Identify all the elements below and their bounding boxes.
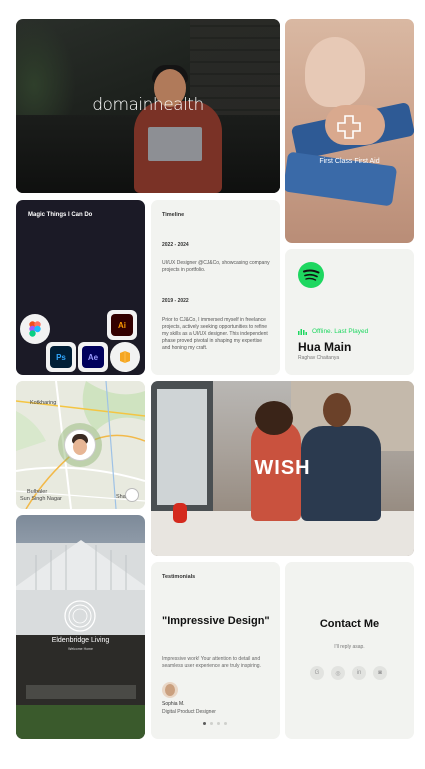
avatar	[65, 430, 95, 460]
pagination-dot[interactable]	[224, 722, 227, 725]
timeline-period: 2022 - 2024	[162, 242, 189, 248]
instagram-icon[interactable]: ◙	[373, 666, 387, 680]
illustrator-icon: Ai	[111, 314, 133, 336]
song-artist: Raghav Chaitanya	[298, 355, 340, 361]
testimonial-body: Impressive work! Your attention to detai…	[162, 656, 261, 669]
magic-things-title: Magic Things I Can Do	[28, 212, 93, 218]
figma-icon	[29, 321, 41, 337]
sketch-tile	[110, 342, 140, 372]
laptop-image	[148, 127, 202, 161]
patio-furniture-image	[26, 685, 136, 699]
timeline-title: Timeline	[162, 212, 185, 218]
map-place-label: Bulbaler	[27, 489, 48, 495]
map-place-label: Sun Singh Nagar	[20, 496, 62, 502]
testimonial-author: Sophia M.	[162, 701, 185, 707]
map-toggle-button[interactable]	[125, 488, 139, 502]
lawn-image	[16, 705, 145, 739]
timeline-period: 2019 - 2022	[162, 298, 189, 304]
spotify-status: Offline. Last Played	[312, 328, 369, 335]
pepper-image	[173, 503, 187, 523]
contact-subtitle: I'll reply asap.	[334, 644, 365, 650]
testimonial-quote: "Impressive Design"	[162, 615, 270, 627]
after-effects-icon: Ae	[82, 346, 104, 368]
spotify-card[interactable]: Offline. Last Played Hua Main Raghav Cha…	[285, 249, 414, 375]
eldenbridge-project-card[interactable]: Eldenbridge Living Welcome Home	[16, 515, 145, 739]
pagination-dot[interactable]	[210, 722, 213, 725]
spotify-icon	[298, 262, 324, 288]
timeline-description: Prior to CJ&Co, I immersed myself in fre…	[162, 317, 268, 351]
eldenbridge-logo-icon	[64, 600, 96, 632]
after-effects-tile: Ae	[78, 342, 108, 372]
photoshop-tile: Ps	[46, 342, 76, 372]
location-map-card[interactable]: Kotkharing Bulbaler Shahi Sun Singh Naga…	[16, 381, 145, 509]
linkedin-icon[interactable]: in	[352, 666, 366, 680]
testimonial-role: Digital Product Designer	[162, 709, 216, 715]
magic-things-card: Magic Things I Can Do Ps Ae Ai	[16, 200, 145, 375]
avatar-face	[73, 439, 87, 455]
cpr-mannequin-image	[305, 37, 365, 107]
avatar	[162, 682, 178, 698]
contact-title: Contact Me	[319, 618, 380, 630]
testimonials-card: Testimonials "Impressive Design" Impress…	[151, 562, 280, 739]
person-man-head	[323, 393, 351, 427]
photoshop-icon: Ps	[50, 346, 72, 368]
testimonials-title: Testimonials	[162, 574, 196, 580]
first-aid-cross-icon	[337, 115, 361, 139]
first-aid-project-card[interactable]: First Class First Aid	[285, 19, 414, 243]
window-light	[157, 389, 207, 505]
wish-project-card[interactable]: WISH	[151, 381, 414, 556]
eldenbridge-name: Eldenbridge Living	[51, 637, 110, 644]
illustrator-tile: Ai	[107, 310, 137, 340]
pagination-dot[interactable]	[217, 722, 220, 725]
domainhealth-project-card[interactable]: domainhealth	[16, 19, 280, 193]
wish-logo: WISH	[254, 457, 311, 479]
timeline-card: Timeline 2022 - 2024 UI/UX Designer @CJ&…	[151, 200, 280, 375]
eldenbridge-tagline: Welcome Home	[68, 647, 93, 651]
equalizer-icon	[298, 329, 307, 335]
song-title: Hua Main	[298, 340, 352, 354]
person-woman-hair	[255, 401, 293, 435]
figma-tile	[20, 314, 50, 344]
house-roof-image	[16, 540, 145, 590]
map-place-label: Kotkharing	[30, 400, 57, 406]
sketch-icon	[120, 351, 130, 363]
whatsapp-icon[interactable]: ◎	[331, 666, 345, 680]
contact-card: Contact Me I'll reply asap. G ◎ in ◙	[285, 562, 414, 739]
domainhealth-logo: domainhealth	[92, 95, 204, 115]
first-aid-label: First Class First Aid	[319, 158, 380, 165]
google-icon[interactable]: G	[310, 666, 324, 680]
avatar-face	[165, 684, 175, 696]
pagination-dot-active[interactable]	[203, 722, 206, 725]
timeline-description: UI/UX Designer @CJ&Co, showcasing compan…	[162, 260, 270, 273]
